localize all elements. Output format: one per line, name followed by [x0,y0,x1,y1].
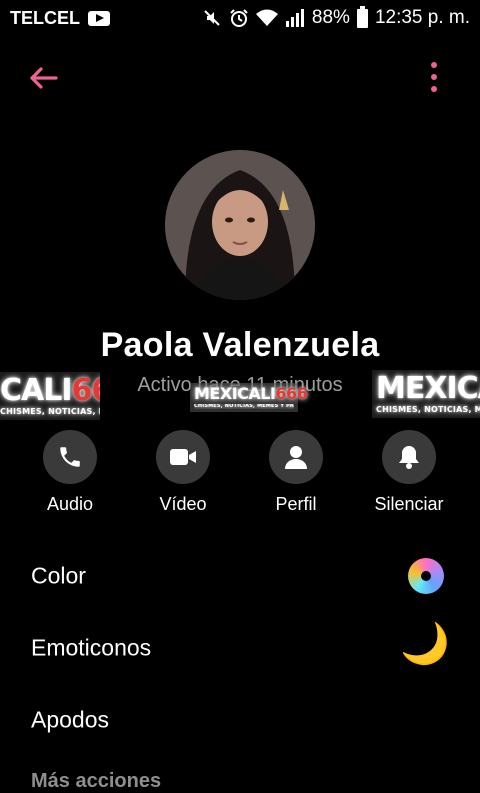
person-icon [285,446,307,469]
watermark-number: 666 [275,384,308,403]
video-camera-icon [170,449,196,465]
watermark-right: MEXICALI CHISMES, NOTICIAS, MEMES Y PACK… [372,370,480,418]
action-label: Perfil [275,494,317,514]
more-vertical-icon [431,62,437,68]
color-option[interactable]: Color [0,546,480,606]
color-label: Color [31,562,86,589]
more-actions-header: Más acciones [31,770,162,792]
video-call-button[interactable]: Vídeo [128,430,238,515]
battery-percent: 88% [311,7,350,28]
theme-color-icon [408,558,444,594]
avatar-photo [165,150,315,300]
watermark-brand: MEXICALI [376,371,480,406]
more-options-button[interactable] [424,62,444,96]
watermark-brand: CALI [0,373,73,408]
nicknames-label: Apodos [31,706,110,733]
mute-button[interactable]: Silenciar [354,430,464,515]
emoji-label: Emoticonos [31,634,152,661]
watermark-center: MEXICALI666 CHISMES, NOTICIAS, MEMES Y P… [190,383,308,412]
emoji-option[interactable]: Emoticonos 🌙 [0,618,480,678]
signal-icon [285,9,304,27]
bell-icon [399,446,419,469]
watermark-left: CALI666 CHISMES, NOTICIAS, MEMES Y PACKS [0,372,100,420]
status-left: TELCEL [10,8,110,29]
back-button[interactable] [22,60,62,100]
profile-button[interactable]: Perfil [241,430,351,515]
action-label: Audio [46,494,94,514]
battery-icon [356,5,368,28]
watermark-number: 666 [71,373,100,408]
carrier-label: TELCEL [10,7,80,28]
contact-name: Paola Valenzuela [100,326,380,364]
clock: 12:35 p. m. [374,7,470,28]
arrow-left-icon [30,67,58,89]
youtube-notification-icon [88,10,110,26]
action-label: Vídeo [159,494,207,514]
watermark-tagline: CHISMES, NOTICIAS, MEMES Y PACKS [0,407,100,416]
nicknames-option[interactable]: Apodos [0,690,480,750]
action-row: Audio Vídeo Perfil Silenciar [0,430,480,520]
watermark-tagline: CHISMES, NOTICIAS, MEMES Y PACKS [376,405,480,414]
crescent-moon-icon: 🌙 [400,622,450,666]
wifi-icon [255,9,278,26]
phone-icon [60,447,80,467]
status-right: 88% 12:35 p. m. [202,5,470,29]
mute-icon [204,10,220,26]
avatar[interactable] [165,150,315,300]
action-label: Silenciar [374,494,444,514]
watermark-brand: MEXICALI [194,384,276,403]
audio-call-button[interactable]: Audio [15,430,125,515]
status-bar: TELCEL 88% 12:35 p. m. [0,0,480,36]
watermark-tagline: CHISMES, NOTICIAS, MEMES Y PACKS [194,404,294,409]
alarm-icon [230,9,248,27]
